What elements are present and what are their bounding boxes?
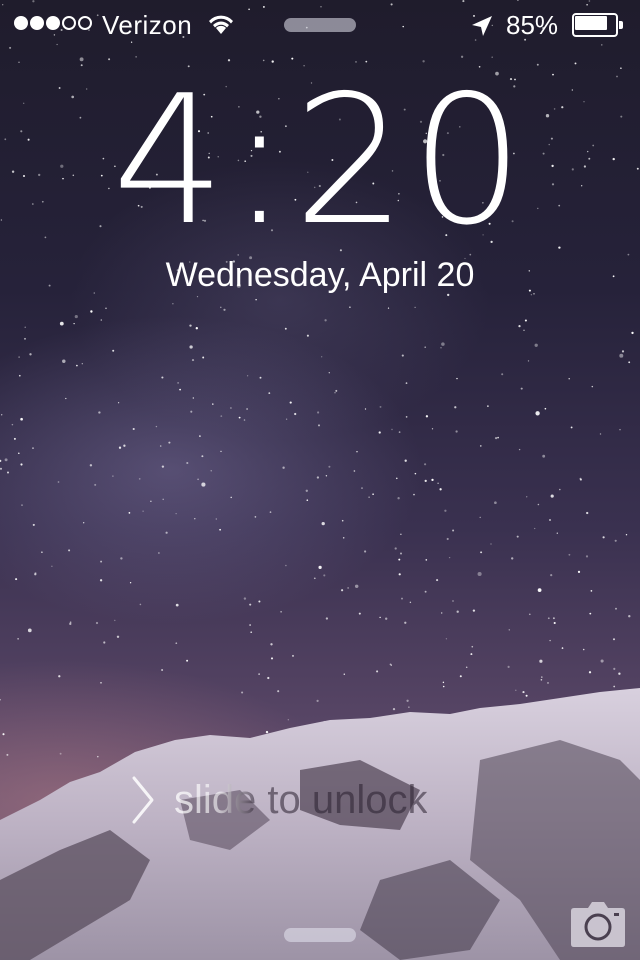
notification-center-grabber[interactable]	[284, 18, 356, 32]
camera-icon[interactable]	[570, 900, 626, 950]
battery-level-fill	[575, 16, 607, 30]
signal-dot-empty	[62, 16, 76, 30]
lock-screen-time: 4:20	[112, 57, 528, 264]
status-bar: Verizon 85%	[0, 0, 640, 50]
lock-screen: Verizon 85% 4:20 Wednesday, April 20 sli…	[0, 0, 640, 960]
battery-icon	[572, 13, 624, 37]
control-center-grabber[interactable]	[284, 928, 356, 942]
signal-dot-empty	[78, 16, 92, 30]
signal-dot-filled	[14, 16, 28, 30]
chevron-right-icon	[132, 776, 154, 824]
battery-percentage: 85%	[506, 10, 559, 40]
slide-to-unlock-label: slide to unlock	[174, 778, 428, 822]
cellular-signal-indicator	[14, 16, 92, 30]
carrier-name: Verizon	[102, 10, 193, 40]
slide-to-unlock[interactable]: slide to unlock	[120, 770, 520, 830]
signal-dot-filled	[30, 16, 44, 30]
wifi-icon	[209, 15, 233, 34]
lock-screen-date: Wednesday, April 20	[165, 256, 475, 294]
signal-dot-filled	[46, 16, 60, 30]
location-arrow-icon	[472, 16, 492, 36]
